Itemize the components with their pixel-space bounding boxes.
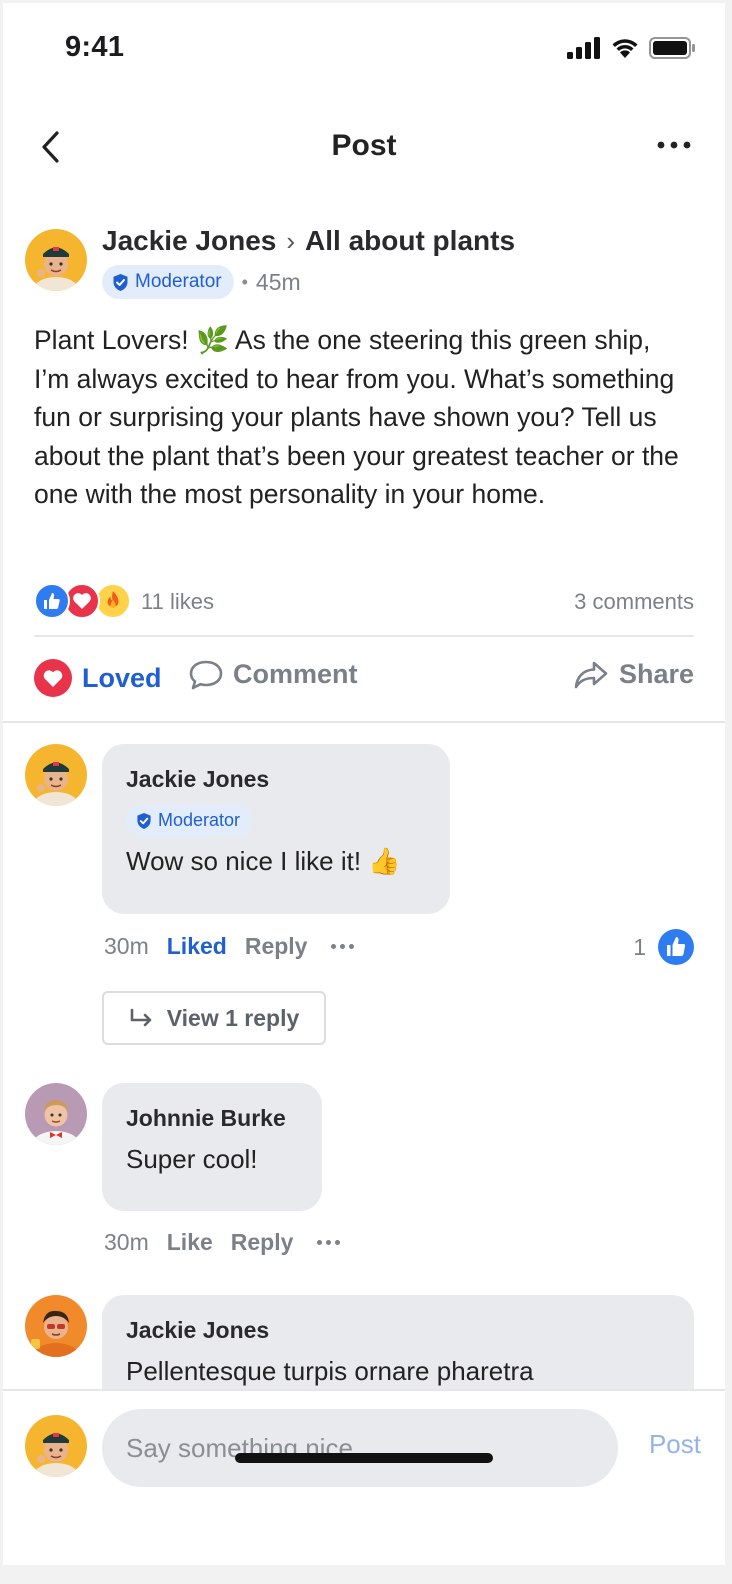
comments-count[interactable]: 3 comments (574, 589, 694, 615)
likes-count[interactable]: 11 likes (141, 589, 214, 615)
composer-avatar (25, 1415, 87, 1477)
comment-text: Super cool! (126, 1144, 258, 1174)
avatar[interactable] (25, 229, 87, 291)
post-author-name[interactable]: Jackie Jones (102, 225, 276, 257)
moderator-badge-label: Moderator (158, 810, 241, 830)
post-meta: Moderator • 45m (102, 265, 301, 299)
divider (34, 635, 694, 637)
avatar-jackie-jones-icon (25, 1295, 87, 1357)
like-reaction-icon (34, 583, 70, 619)
avatar-johnnie-burke-icon (25, 1083, 87, 1145)
reply-arrow-icon (130, 1008, 152, 1027)
comment-actions: 30m Liked Reply (104, 933, 355, 960)
avatar-jackie-jones-icon (25, 229, 87, 291)
reply-button[interactable]: Reply (231, 1229, 294, 1256)
comment-more-icon[interactable] (317, 1240, 341, 1245)
status-time: 9:41 (65, 31, 125, 63)
chevron-right-icon: › (286, 225, 296, 256)
comment-label: Comment (233, 659, 358, 689)
post-age: 45m (255, 268, 301, 295)
post-screen: 9:41 Post Jackie Jones › All about plant… (3, 3, 725, 1565)
moderator-badge: Moderator (102, 265, 234, 299)
comment-avatar[interactable] (25, 1295, 87, 1357)
comment-composer: Say something nice... Post (3, 1389, 725, 1565)
comment-author[interactable]: Jackie Jones (126, 766, 426, 793)
comment-bubble[interactable]: Johnnie Burke Super cool! (102, 1083, 322, 1211)
view-replies-label: View 1 reply (166, 1004, 300, 1031)
comment-like-count[interactable]: 1 (633, 929, 694, 965)
like-button[interactable]: Like (167, 1229, 213, 1256)
comment-actions: 30m Like Reply (104, 1229, 341, 1256)
comment-text: Pellentesque turpis ornare pharetra (126, 1356, 534, 1386)
share-arrow-icon (574, 661, 608, 688)
section-divider (3, 721, 725, 723)
more-options-icon[interactable] (655, 133, 695, 157)
comment-author[interactable]: Johnnie Burke (126, 1105, 298, 1132)
reaction-icons[interactable] (34, 583, 134, 623)
reply-button[interactable]: Reply (245, 933, 308, 960)
shield-check-icon (113, 273, 128, 291)
comment-avatar[interactable] (25, 1083, 87, 1145)
comment-more-icon[interactable] (331, 944, 355, 949)
battery-icon (649, 37, 695, 59)
meta-separator: • (241, 271, 248, 292)
like-reaction-icon (658, 929, 694, 965)
comment-bubble[interactable]: Jackie Jones Moderator Wow so nice I lik… (102, 744, 450, 914)
avatar-jackie-jones-icon (25, 744, 87, 806)
comment-author[interactable]: Jackie Jones (126, 1317, 670, 1344)
moderator-badge: Moderator (126, 805, 253, 836)
comment-avatar[interactable] (25, 744, 87, 806)
post-comment-button[interactable]: Post (649, 1429, 701, 1460)
loved-label: Loved (82, 662, 162, 693)
speech-bubble-icon (189, 660, 223, 689)
heart-filled-icon (34, 659, 72, 697)
status-icons (567, 37, 695, 59)
comment-text: Wow so nice I like it! 👍 (126, 846, 401, 876)
avatar-current-user-icon (25, 1415, 87, 1477)
view-replies-button[interactable]: View 1 reply (102, 991, 326, 1045)
post-header: Jackie Jones › All about plants (102, 225, 515, 257)
cellular-signal-icon (567, 37, 600, 59)
post-group-name[interactable]: All about plants (305, 225, 515, 257)
comment-age: 30m (104, 933, 149, 959)
liked-button[interactable]: Liked (167, 933, 227, 960)
share-button[interactable]: Share (573, 659, 694, 690)
page-title: Post (331, 129, 397, 162)
wifi-icon (612, 39, 638, 58)
fire-reaction-icon (95, 583, 131, 619)
share-label: Share (618, 659, 694, 689)
shield-check-icon (137, 812, 151, 829)
comment-age: 30m (104, 1229, 149, 1255)
post-body: Plant Lovers! 🌿 As the one steering this… (34, 325, 679, 509)
comment-like-count-value: 1 (633, 933, 646, 960)
home-indicator[interactable] (235, 1453, 493, 1463)
loved-button[interactable]: Loved (34, 659, 162, 697)
moderator-badge-label: Moderator (135, 271, 222, 292)
comment-button[interactable]: Comment (189, 659, 358, 690)
comment-input[interactable]: Say something nice... (102, 1409, 618, 1487)
